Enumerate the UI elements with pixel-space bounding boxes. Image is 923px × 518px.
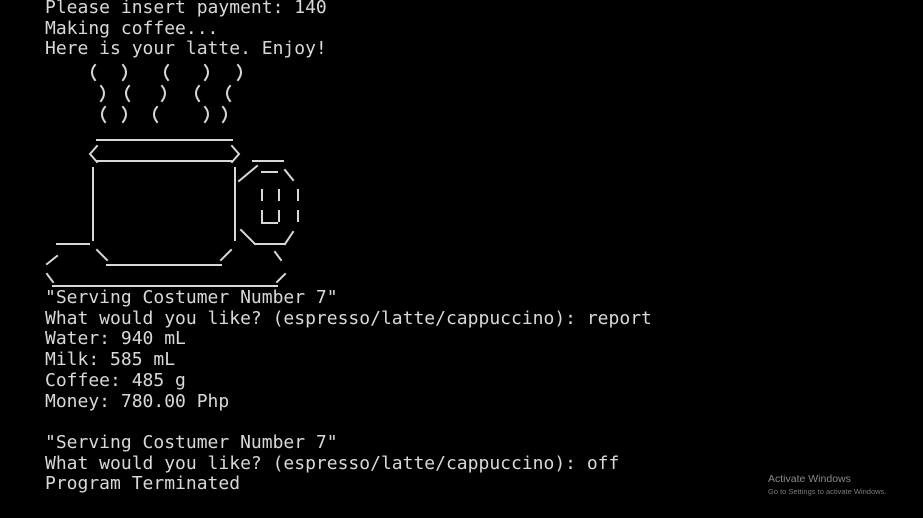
order-prompt-line: What would you like? (espresso/latte/cap… [45,307,652,329]
watermark-subtitle: Go to Settings to activate Windows. [768,487,887,496]
steam-mark [153,105,159,124]
steam-mark [195,84,201,103]
steam-mark [221,105,227,124]
serving-customer-line: "Serving Costumer Number 7" [45,287,338,309]
activate-windows-watermark: Activate Windows Go to Settings to activ… [768,473,886,497]
steam-mark [203,63,209,82]
steam-mark [91,63,97,82]
steam-mark [121,105,127,124]
payment-line: Please insert payment: 140 [45,0,327,18]
report-money-line: Money: 780.00 Php [45,390,230,412]
steam-mark [226,84,232,103]
steam-mark [121,63,127,82]
report-milk-line: Milk: 585 mL [45,349,176,371]
report-coffee-line: Coffee: 485 g [45,369,186,391]
watermark-title: Activate Windows [768,473,851,485]
steam-mark [125,84,131,103]
coffee-cup-icon [45,63,299,288]
serving-customer-line: "Serving Costumer Number 7" [45,431,338,453]
steam-mark [101,105,107,124]
report-water-line: Water: 940 mL [45,328,186,350]
making-coffee-line: Making coffee... [45,17,219,39]
order-prompt-line: What would you like? (espresso/latte/cap… [45,452,620,474]
steam-mark [160,84,166,103]
steam-mark [164,63,170,82]
latte-ready-line: Here is your latte. Enjoy! [45,38,327,60]
terminal-output: Please insert payment: 140 Making coffee… [45,0,923,495]
steam-mark [203,105,209,124]
steam-mark [236,63,242,82]
coffee-cup-ascii-art [45,60,923,288]
steam-mark [99,84,105,103]
